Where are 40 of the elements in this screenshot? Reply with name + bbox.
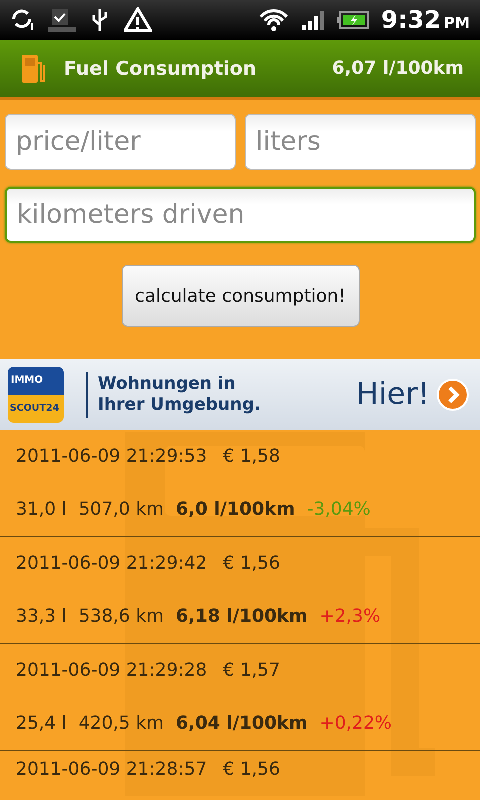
warning-icon xyxy=(124,7,152,33)
entry-consumption: 6,0 l/100km xyxy=(176,499,296,520)
entry-liters: 25,4 l xyxy=(16,713,67,734)
ad-cta: Hier! xyxy=(356,377,430,412)
fuel-pump-icon xyxy=(20,52,46,84)
ad-banner[interactable]: IMMO SCOUT24 Wohnungen in Ihrer Umgebung. Hier! xyxy=(0,359,480,430)
entry-price: € 1,56 xyxy=(223,553,280,574)
input-field[interactable]: kilometers driven xyxy=(5,187,476,243)
entry-date: 2011-06-09 21:28:57 xyxy=(16,759,208,780)
signal-icon xyxy=(301,9,326,31)
entry-change: +2,3% xyxy=(320,606,381,627)
entry-consumption: 6,18 l/100km xyxy=(176,606,308,627)
clock-period: PM xyxy=(444,14,470,32)
entry-distance: 538,6 km xyxy=(78,606,164,627)
entry-date: 2011-06-09 21:29:42 xyxy=(16,553,208,574)
ad-logo: IMMO SCOUT24 xyxy=(8,366,64,422)
input-field[interactable]: price/liter xyxy=(5,114,236,170)
entry-distance: 507,0 km xyxy=(78,499,164,520)
entry-liters: 33,3 l xyxy=(16,606,67,627)
ad-headline: Wohnungen in xyxy=(98,374,237,394)
app-title: Fuel Consumption xyxy=(64,58,258,80)
calculate-button[interactable]: calculate consumption! xyxy=(122,265,360,327)
entry-date: 2011-06-09 21:29:28 xyxy=(16,660,208,681)
entry-price: € 1,57 xyxy=(223,660,280,681)
chevron-icon xyxy=(436,378,470,412)
clock-time: 9:32 xyxy=(381,6,442,34)
entry-change: -3,04% xyxy=(307,499,371,520)
entry-liters: 31,0 l xyxy=(16,499,67,520)
wifi-icon xyxy=(259,8,290,32)
entry-price: € 1,56 xyxy=(223,759,280,780)
entry-price: € 1,58 xyxy=(223,446,280,467)
entry-date: 2011-06-09 21:29:53 xyxy=(16,446,208,467)
average-consumption: 6,07 l/100km xyxy=(332,58,464,79)
entry-change: +0,22% xyxy=(320,713,392,734)
entry-consumption: 6,04 l/100km xyxy=(176,713,308,734)
entry-distance: 420,5 km xyxy=(78,713,164,734)
input-field[interactable]: liters xyxy=(245,114,476,170)
ad-headline: Ihrer Umgebung. xyxy=(98,394,262,416)
battery-icon xyxy=(337,10,370,30)
sync-icon xyxy=(10,7,36,33)
